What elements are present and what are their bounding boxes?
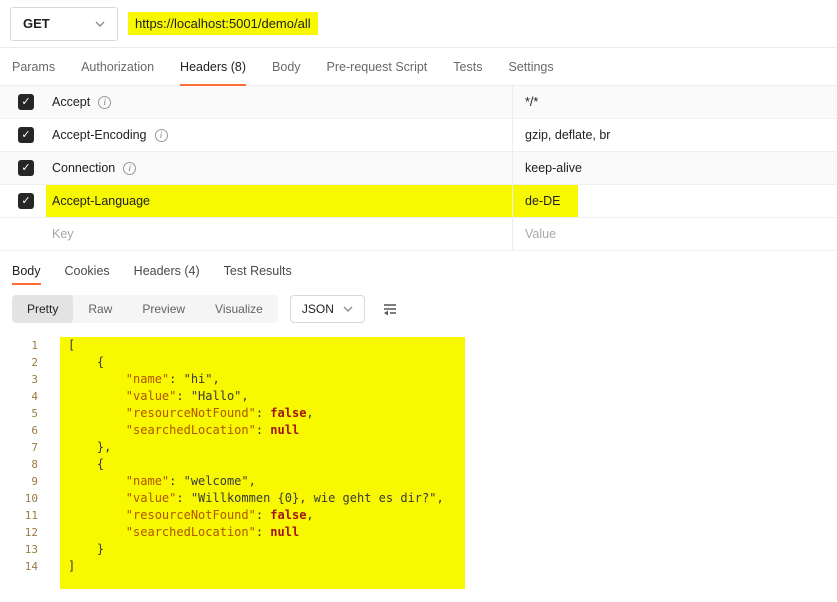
chevron-down-icon [343, 306, 353, 312]
line-number: 9 [0, 473, 38, 490]
language-label: JSON [302, 302, 334, 316]
view-mode-pretty[interactable]: Pretty [12, 295, 73, 323]
code-line: "resourceNotFound": false, [68, 405, 459, 422]
code-line: { [68, 354, 459, 371]
header-checkbox-cell: ✓ [0, 185, 52, 217]
header-value-cell[interactable]: gzip, deflate, br [512, 119, 837, 151]
header-checkbox[interactable]: ✓ [18, 160, 34, 176]
header-value-label: de-DE [525, 194, 560, 208]
header-value-label: */* [525, 95, 538, 109]
request-tabs: Params Authorization Headers (8) Body Pre-re… [0, 48, 837, 86]
request-tab-pre-request-script[interactable]: Pre-request Script [327, 48, 428, 85]
request-tab-params[interactable]: Params [12, 48, 55, 85]
header-checkbox[interactable]: ✓ [18, 193, 34, 209]
code-line: "name": "welcome", [68, 473, 459, 490]
request-tab-body[interactable]: Body [272, 48, 301, 85]
response-json: [ { "name": "hi", "value": "Hallo", "res… [60, 337, 465, 589]
header-key-cell[interactable]: Accept-Encoding i [52, 119, 512, 151]
header-checkbox-cell: ✓ [0, 152, 52, 184]
line-number: 7 [0, 439, 38, 456]
code-line: "searchedLocation": null [68, 524, 459, 541]
code-line: "value": "Willkommen {0}, wie geht es di… [68, 490, 459, 507]
view-mode-raw[interactable]: Raw [73, 295, 127, 323]
request-tab-tests[interactable]: Tests [453, 48, 482, 85]
new-header-key-input[interactable]: Key [52, 227, 74, 241]
code-line: "resourceNotFound": false, [68, 507, 459, 524]
code-line: } [68, 541, 459, 558]
new-header-row: Key Value [0, 218, 837, 251]
code-line: ] [68, 558, 459, 575]
header-key-label: Accept-Language [52, 194, 150, 208]
line-number: 6 [0, 422, 38, 439]
language-select[interactable]: JSON [290, 295, 365, 323]
headers-table: ✓Accepti*/*✓Accept-Encodingigzip, deflat… [0, 86, 837, 218]
header-value-label: gzip, deflate, br [525, 128, 610, 142]
header-key-cell[interactable]: Accept-Language [52, 185, 512, 217]
view-mode-preview[interactable]: Preview [127, 295, 200, 323]
header-checkbox-cell: ✓ [0, 119, 52, 151]
header-row: ✓ Accepti */* [0, 86, 837, 119]
code-line: "value": "Hallo", [68, 388, 459, 405]
code-line: "name": "hi", [68, 371, 459, 388]
request-tab-authorization[interactable]: Authorization [81, 48, 154, 85]
header-value-cell[interactable]: keep-alive [512, 152, 837, 184]
response-tab-cookies[interactable]: Cookies [65, 253, 110, 289]
method-label: GET [23, 16, 50, 31]
response-tab-test-results[interactable]: Test Results [224, 253, 292, 289]
line-number: 4 [0, 388, 38, 405]
line-number: 14 [0, 558, 38, 575]
response-tab-body[interactable]: Body [12, 253, 41, 289]
line-numbers: 1234567891011121314 [0, 337, 46, 589]
header-value-cell[interactable]: de-DE [512, 185, 837, 217]
url-text: https://localhost:5001/demo/all [128, 12, 318, 35]
new-header-value-input[interactable]: Value [525, 227, 556, 241]
line-number: 8 [0, 456, 38, 473]
beautify-icon [381, 300, 399, 318]
method-select[interactable]: GET [10, 7, 118, 41]
info-icon: i [123, 162, 136, 175]
request-url-bar: GET https://localhost:5001/demo/all [0, 0, 837, 48]
header-key-label: Connection [52, 161, 115, 175]
code-line: [ [68, 337, 459, 354]
request-tab-headers-8[interactable]: Headers (8) [180, 48, 246, 85]
header-key-cell[interactable]: Accepti [52, 86, 512, 118]
response-body: 1234567891011121314 [ { "name": "hi", "v… [0, 329, 837, 589]
header-value-label: keep-alive [525, 161, 582, 175]
header-key-cell[interactable]: Connection i [52, 152, 512, 184]
code-line: }, [68, 439, 459, 456]
header-checkbox[interactable]: ✓ [18, 94, 34, 110]
info-icon: i [98, 96, 111, 109]
info-icon: i [155, 129, 168, 142]
line-number: 1 [0, 337, 38, 354]
header-row: ✓ Connection i keep-alive [0, 152, 837, 185]
header-key-label: Accept [52, 95, 90, 109]
header-key-label: Accept-Encoding [52, 128, 147, 142]
line-number: 10 [0, 490, 38, 507]
header-row: ✓ Accept-Language de-DE [0, 185, 837, 218]
url-input[interactable]: https://localhost:5001/demo/all [128, 16, 318, 31]
response-tab-headers-4[interactable]: Headers (4) [134, 253, 200, 289]
request-tab-settings[interactable]: Settings [508, 48, 553, 85]
line-number: 2 [0, 354, 38, 371]
view-mode-visualize[interactable]: Visualize [200, 295, 278, 323]
view-mode-group: PrettyRawPreviewVisualize [12, 295, 278, 323]
response-toolbar: PrettyRawPreviewVisualize JSON [0, 289, 837, 329]
beautify-button[interactable] [377, 296, 403, 322]
code-line: "searchedLocation": null [68, 422, 459, 439]
header-value-cell[interactable]: */* [512, 86, 837, 118]
line-number: 5 [0, 405, 38, 422]
line-number: 13 [0, 541, 38, 558]
line-number: 3 [0, 371, 38, 388]
new-header-checkbox-cell [0, 218, 52, 250]
chevron-down-icon [95, 21, 105, 27]
code-line: { [68, 456, 459, 473]
header-checkbox-cell: ✓ [0, 86, 52, 118]
line-number: 11 [0, 507, 38, 524]
header-row: ✓ Accept-Encoding i gzip, deflate, br [0, 119, 837, 152]
header-checkbox[interactable]: ✓ [18, 127, 34, 143]
line-number: 12 [0, 524, 38, 541]
response-tabs: Body Cookies Headers (4) Test Results [0, 253, 837, 289]
